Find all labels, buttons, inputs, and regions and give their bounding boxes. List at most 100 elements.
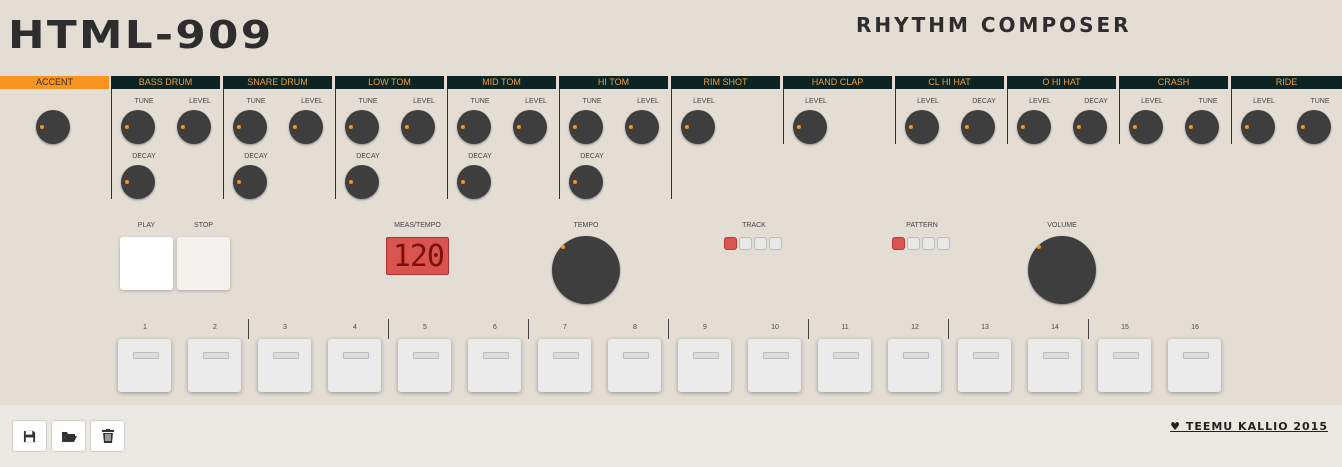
- parameter-knob[interactable]: [569, 110, 603, 144]
- parameter-knob[interactable]: [1017, 110, 1051, 144]
- knob-indicator: [797, 125, 801, 129]
- parameter-knob[interactable]: [681, 110, 715, 144]
- knob-label: DECAY: [972, 98, 996, 105]
- step-button-10[interactable]: [748, 339, 801, 392]
- parameter-knob[interactable]: [345, 110, 379, 144]
- parameter-knob[interactable]: [513, 110, 547, 144]
- step-button-9[interactable]: [678, 339, 731, 392]
- step-button-7[interactable]: [538, 339, 591, 392]
- step-button-6[interactable]: [468, 339, 521, 392]
- parameter-knob[interactable]: [457, 165, 491, 199]
- parameter-knob[interactable]: [401, 110, 435, 144]
- step-button-5[interactable]: [398, 339, 451, 392]
- instrument-header-o-hi-hat: O HI HAT: [1007, 76, 1116, 89]
- parameter-knob[interactable]: [1129, 110, 1163, 144]
- parameter-knob[interactable]: [36, 110, 70, 144]
- step-led: [1183, 352, 1209, 359]
- track-select-1[interactable]: [724, 237, 737, 250]
- step-led: [413, 352, 439, 359]
- parameter-knob[interactable]: [289, 110, 323, 144]
- knob-indicator: [125, 180, 129, 184]
- step-button-16[interactable]: [1168, 339, 1221, 392]
- knob-indicator: [1037, 245, 1041, 249]
- knob-label: DECAY: [356, 153, 380, 160]
- parameter-knob[interactable]: [233, 165, 267, 199]
- knob-indicator: [237, 125, 241, 129]
- instrument-divider: [671, 89, 672, 199]
- parameter-knob[interactable]: [1241, 110, 1275, 144]
- step-led: [693, 352, 719, 359]
- step-button-14[interactable]: [1028, 339, 1081, 392]
- step-group-divider: [388, 319, 389, 339]
- step-button-12[interactable]: [888, 339, 941, 392]
- knob-indicator: [573, 180, 577, 184]
- save-icon: [23, 430, 36, 442]
- pattern-select-4[interactable]: [937, 237, 950, 250]
- track-select-2[interactable]: [739, 237, 752, 250]
- knob-indicator: [237, 180, 241, 184]
- pattern-select-3[interactable]: [922, 237, 935, 250]
- knob-label: LEVEL: [805, 98, 827, 105]
- step-number: 11: [841, 324, 849, 331]
- step-number: 10: [771, 324, 779, 331]
- parameter-knob[interactable]: [121, 165, 155, 199]
- parameter-knob[interactable]: [569, 165, 603, 199]
- step-led: [133, 352, 159, 359]
- step-button-3[interactable]: [258, 339, 311, 392]
- knob-indicator: [405, 125, 409, 129]
- step-button-15[interactable]: [1098, 339, 1151, 392]
- parameter-knob[interactable]: [1185, 110, 1219, 144]
- parameter-knob[interactable]: [233, 110, 267, 144]
- knob-label: TUNE: [358, 98, 378, 105]
- drum-machine: HTML-909 RHYTHM COMPOSER ACCENT BASS DRUM…: [0, 0, 1342, 467]
- parameter-knob[interactable]: [1073, 110, 1107, 144]
- step-led: [203, 352, 229, 359]
- parameter-knob[interactable]: [1297, 110, 1331, 144]
- step-button-8[interactable]: [608, 339, 661, 392]
- instrument-header-hi-tom: HI TOM: [559, 76, 668, 89]
- step-led: [273, 352, 299, 359]
- pattern-select-2[interactable]: [907, 237, 920, 250]
- knob-label: TUNE: [582, 98, 602, 105]
- parameter-knob[interactable]: [177, 110, 211, 144]
- play-button[interactable]: [120, 237, 173, 290]
- step-button-13[interactable]: [958, 339, 1011, 392]
- step-led: [623, 352, 649, 359]
- parameter-knob[interactable]: [961, 110, 995, 144]
- step-button-2[interactable]: [188, 339, 241, 392]
- knob-label: LEVEL: [693, 98, 715, 105]
- parameter-knob[interactable]: [625, 110, 659, 144]
- play-label: PLAY: [137, 222, 156, 229]
- save-button[interactable]: [12, 420, 47, 452]
- parameter-knob[interactable]: [905, 110, 939, 144]
- volume-knob[interactable]: [1028, 236, 1096, 304]
- step-button-1[interactable]: [118, 339, 171, 392]
- step-button-4[interactable]: [328, 339, 381, 392]
- stop-button[interactable]: [177, 237, 230, 290]
- parameter-knob[interactable]: [457, 110, 491, 144]
- author-credit-link[interactable]: ♥ TEEMU KALLIO 2015: [1170, 420, 1328, 433]
- track-label: TRACK: [742, 222, 766, 229]
- tempo-label: TEMPO: [573, 222, 599, 229]
- instrument-header-bass-drum: BASS DRUM: [111, 76, 220, 89]
- parameter-knob[interactable]: [345, 165, 379, 199]
- instrument-header-low-tom: LOW TOM: [335, 76, 444, 89]
- parameter-knob[interactable]: [121, 110, 155, 144]
- step-group-divider: [948, 319, 949, 339]
- knob-label: LEVEL: [1141, 98, 1163, 105]
- step-led: [833, 352, 859, 359]
- clear-button[interactable]: [90, 420, 125, 452]
- step-led: [483, 352, 509, 359]
- pattern-select-1[interactable]: [892, 237, 905, 250]
- parameter-knob[interactable]: [793, 110, 827, 144]
- tempo-knob[interactable]: [552, 236, 620, 304]
- track-select-4[interactable]: [769, 237, 782, 250]
- knob-label: LEVEL: [413, 98, 435, 105]
- step-button-11[interactable]: [818, 339, 871, 392]
- knob-indicator: [461, 125, 465, 129]
- app-subtitle: RHYTHM COMPOSER: [856, 13, 1132, 37]
- knob-indicator: [629, 125, 633, 129]
- track-select-3[interactable]: [754, 237, 767, 250]
- open-button[interactable]: [51, 420, 86, 452]
- instrument-header-hand-clap: HAND CLAP: [783, 76, 892, 89]
